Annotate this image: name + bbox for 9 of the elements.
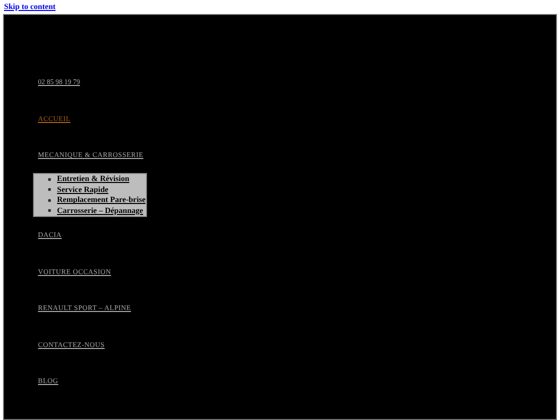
- submenu-link[interactable]: Entretien & Révision: [57, 174, 130, 184]
- bullet-icon: [48, 178, 51, 181]
- skip-link[interactable]: Skip to content: [4, 1, 56, 13]
- submenu-link[interactable]: Carrosserie – Dépannage: [57, 206, 144, 216]
- submenu-link[interactable]: Remplacement Pare-brise: [57, 195, 146, 206]
- bullet-icon: [48, 188, 51, 192]
- submenu-link[interactable]: Service Rapide: [57, 184, 108, 195]
- bullet-icon: [48, 198, 51, 202]
- bullet-icon: [48, 209, 51, 212]
